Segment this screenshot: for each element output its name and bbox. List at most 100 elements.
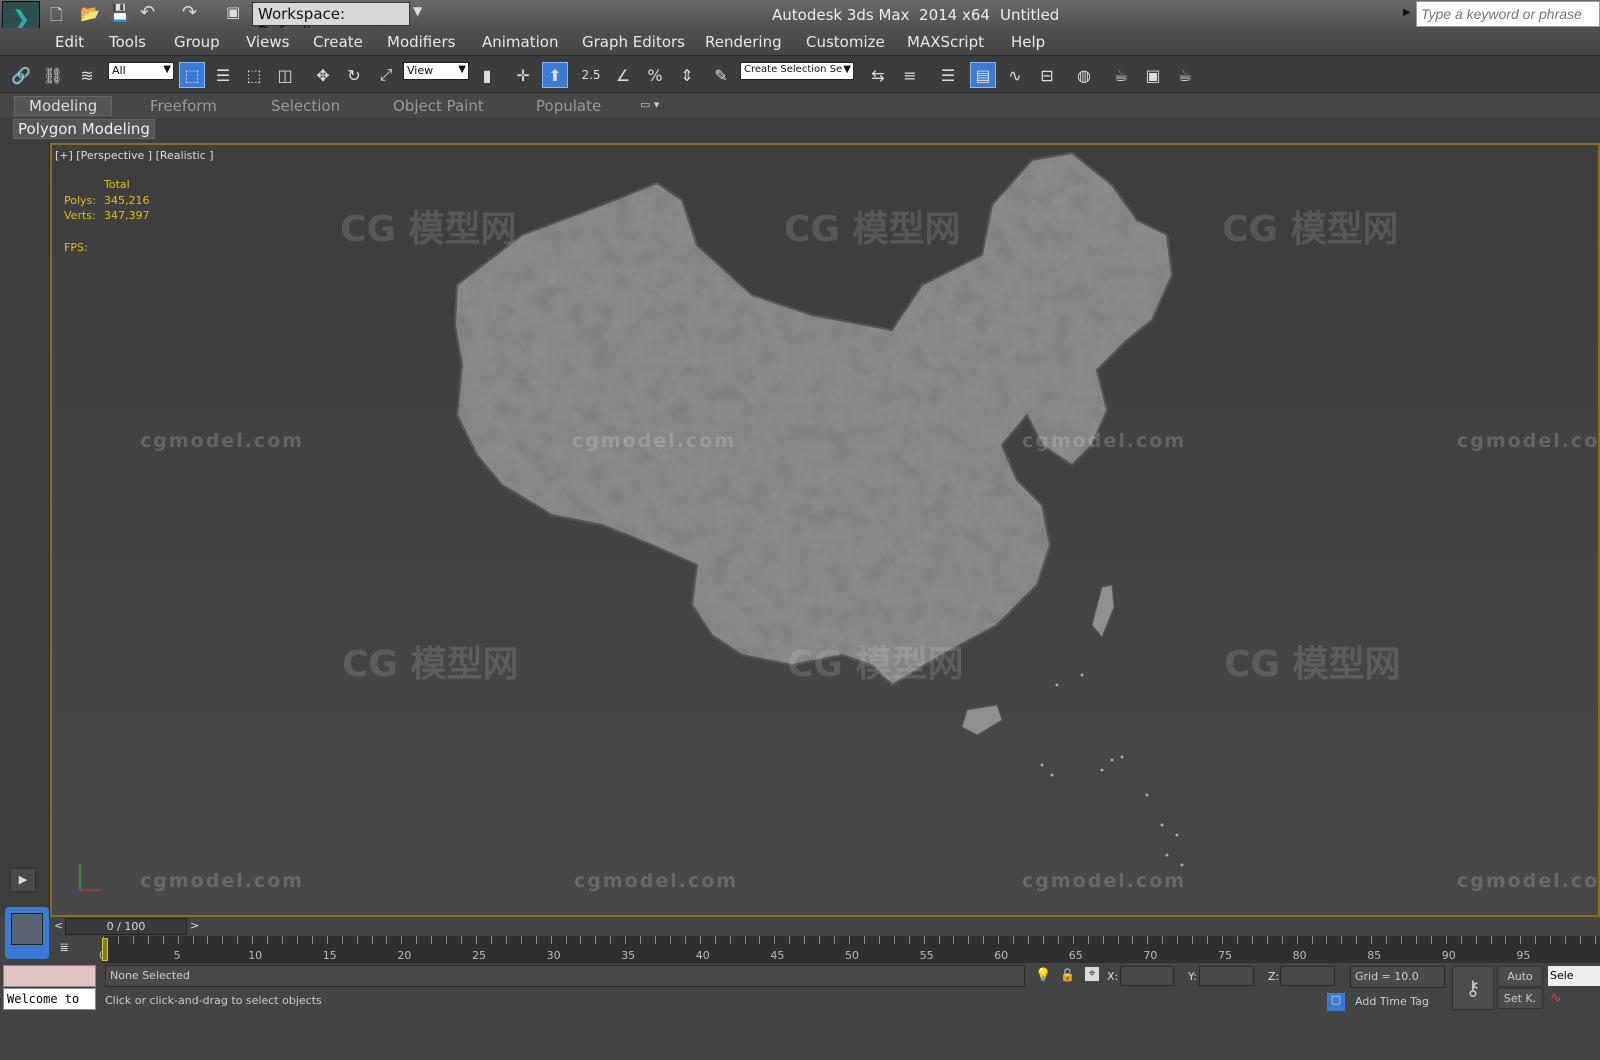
- ribbon-options-icon[interactable]: ▭ ▾: [640, 98, 659, 111]
- viewport-layout-button[interactable]: [5, 907, 49, 959]
- watermark: cgmodel.com: [1457, 870, 1600, 892]
- search-input[interactable]: [1416, 1, 1600, 27]
- menu-edit[interactable]: Edit: [55, 33, 84, 51]
- save-icon[interactable]: 💾: [110, 3, 130, 22]
- auto-key-button[interactable]: Auto: [1497, 966, 1543, 987]
- snaps-toggle-icon[interactable]: 2.5: [578, 62, 604, 88]
- pivot-center-icon[interactable]: ▮: [474, 62, 500, 88]
- scale-icon[interactable]: ⤢: [373, 62, 399, 88]
- key-filters-icon[interactable]: ∿: [1550, 990, 1562, 1006]
- unlink-icon[interactable]: ⛓: [40, 62, 66, 88]
- rect-selection-icon[interactable]: ⬚: [241, 62, 267, 88]
- select-object-icon[interactable]: ⬚: [179, 62, 205, 88]
- material-editor-icon[interactable]: ◍: [1071, 62, 1097, 88]
- menu-maxscript[interactable]: MAXScript: [907, 33, 984, 51]
- render-setup-icon[interactable]: ☕: [1108, 62, 1134, 88]
- expand-ribbon-button[interactable]: ▶: [10, 868, 36, 892]
- menu-tools[interactable]: Tools: [109, 33, 146, 51]
- polygon-modeling-panel[interactable]: Polygon Modeling: [13, 119, 155, 139]
- tab-populate[interactable]: Populate: [536, 97, 601, 115]
- undo-icon[interactable]: ↶: [140, 2, 155, 23]
- quick-access-dropdown-icon[interactable]: ▼: [413, 4, 422, 18]
- time-slider[interactable]: < 0 / 100 >: [50, 918, 1600, 936]
- workspace-dropdown[interactable]: Workspace: Default: [252, 2, 410, 41]
- move-icon[interactable]: ✥: [310, 62, 336, 88]
- select-manipulate-icon[interactable]: ✛: [510, 62, 536, 88]
- curve-editor-icon[interactable]: ∿: [1002, 62, 1028, 88]
- frame-counter: 0 / 100: [106, 920, 146, 933]
- new-file-icon[interactable]: 🗋: [50, 4, 63, 31]
- layer-manager-icon[interactable]: ☰: [935, 62, 961, 88]
- frame-tick: [968, 936, 970, 944]
- bind-space-warp-icon[interactable]: ≋: [74, 62, 100, 88]
- z-coordinate-field[interactable]: [1280, 966, 1335, 986]
- tab-selection[interactable]: Selection: [271, 97, 340, 115]
- selection-lock-icon[interactable]: 🔓: [1060, 968, 1075, 982]
- frame-tick: [759, 936, 761, 944]
- time-tag-icon[interactable]: ▢: [1327, 993, 1345, 1011]
- named-selection-dropdown[interactable]: Create Selection Se: [740, 62, 854, 80]
- redo-icon[interactable]: ↷: [182, 2, 197, 23]
- rendered-frame-window-icon[interactable]: ▣: [1140, 62, 1166, 88]
- absolute-mode-icon[interactable]: ⌖: [1085, 967, 1099, 981]
- current-frame-marker[interactable]: [102, 938, 108, 961]
- menu-create[interactable]: Create: [313, 33, 363, 51]
- frame-tick: [341, 936, 343, 944]
- angle-snap-icon[interactable]: ∠: [610, 62, 636, 88]
- window-crossing-icon[interactable]: ◫: [272, 62, 298, 88]
- menu-modifiers[interactable]: Modifiers: [387, 33, 455, 51]
- key-filter-selection-dropdown[interactable]: Sele: [1548, 966, 1600, 986]
- frame-tick: [804, 936, 806, 944]
- perspective-viewport[interactable]: [+] [Perspective ] [Realistic ] Total Po…: [50, 143, 1600, 917]
- render-production-icon[interactable]: ☕: [1172, 62, 1198, 88]
- reference-coordinate-dropdown[interactable]: View: [403, 62, 469, 80]
- time-next-icon[interactable]: >: [190, 919, 199, 932]
- mini-curve-editor-icon[interactable]: ⩸: [60, 940, 69, 956]
- time-slider-thumb[interactable]: 0 / 100: [65, 918, 187, 935]
- keyboard-shortcut-override-icon[interactable]: ⬆: [542, 62, 568, 88]
- frame-tick: [655, 936, 657, 944]
- z-label: Z:: [1268, 970, 1280, 983]
- menu-help[interactable]: Help: [1011, 33, 1045, 51]
- menu-graph-editors[interactable]: Graph Editors: [582, 33, 685, 51]
- menu-group[interactable]: Group: [174, 33, 220, 51]
- tab-modeling[interactable]: Modeling: [14, 96, 113, 116]
- align-icon[interactable]: ≡: [897, 62, 923, 88]
- frame-tick: [1371, 936, 1373, 944]
- maxscript-mini-listener-input[interactable]: Welcome to: [3, 988, 96, 1010]
- isolate-selection-icon[interactable]: 💡: [1035, 968, 1051, 983]
- mirror-icon[interactable]: ⇆: [865, 62, 891, 88]
- time-prev-icon[interactable]: <: [54, 919, 63, 932]
- tab-freeform[interactable]: Freeform: [150, 97, 217, 115]
- menu-customize[interactable]: Customize: [806, 33, 885, 51]
- menu-views[interactable]: Views: [246, 33, 289, 51]
- scene-explorer-icon[interactable]: ▤: [970, 62, 996, 88]
- y-coordinate-field[interactable]: [1199, 966, 1254, 986]
- spinner-snap-icon[interactable]: ⇕: [674, 62, 700, 88]
- axis-tripod-icon: [74, 864, 102, 894]
- frame-tick: [610, 936, 612, 944]
- project-folder-icon[interactable]: ▣: [226, 3, 240, 21]
- open-file-icon[interactable]: 📂: [80, 4, 100, 23]
- china-terrain-model[interactable]: [52, 145, 1600, 917]
- track-bar[interactable]: 05101520253035404550556065707580859095: [99, 936, 1600, 963]
- x-coordinate-field[interactable]: [1120, 966, 1174, 986]
- add-time-tag[interactable]: Add Time Tag: [1355, 995, 1429, 1008]
- expand-search-icon[interactable]: ▶: [1403, 7, 1411, 18]
- edit-named-selection-icon[interactable]: ✎: [708, 62, 734, 88]
- set-key-button[interactable]: Set K.: [1497, 988, 1543, 1009]
- select-by-name-icon[interactable]: ☰: [210, 62, 236, 88]
- menu-animation[interactable]: Animation: [482, 33, 558, 51]
- selection-filter-dropdown[interactable]: All: [108, 62, 174, 80]
- menu-rendering[interactable]: Rendering: [705, 33, 782, 51]
- tab-object-paint[interactable]: Object Paint: [393, 97, 484, 115]
- link-icon[interactable]: 🔗: [8, 62, 34, 88]
- schematic-view-icon[interactable]: ⊟: [1034, 62, 1060, 88]
- frame-tick: [1595, 936, 1596, 944]
- maxscript-mini-listener-output[interactable]: [3, 965, 96, 987]
- rotate-icon[interactable]: ↻: [341, 62, 367, 88]
- percent-snap-icon[interactable]: %: [642, 62, 668, 88]
- frame-tick-label: 70: [1143, 949, 1158, 962]
- frame-tick: [669, 936, 671, 944]
- set-key-icon[interactable]: ⚷: [1452, 966, 1494, 1010]
